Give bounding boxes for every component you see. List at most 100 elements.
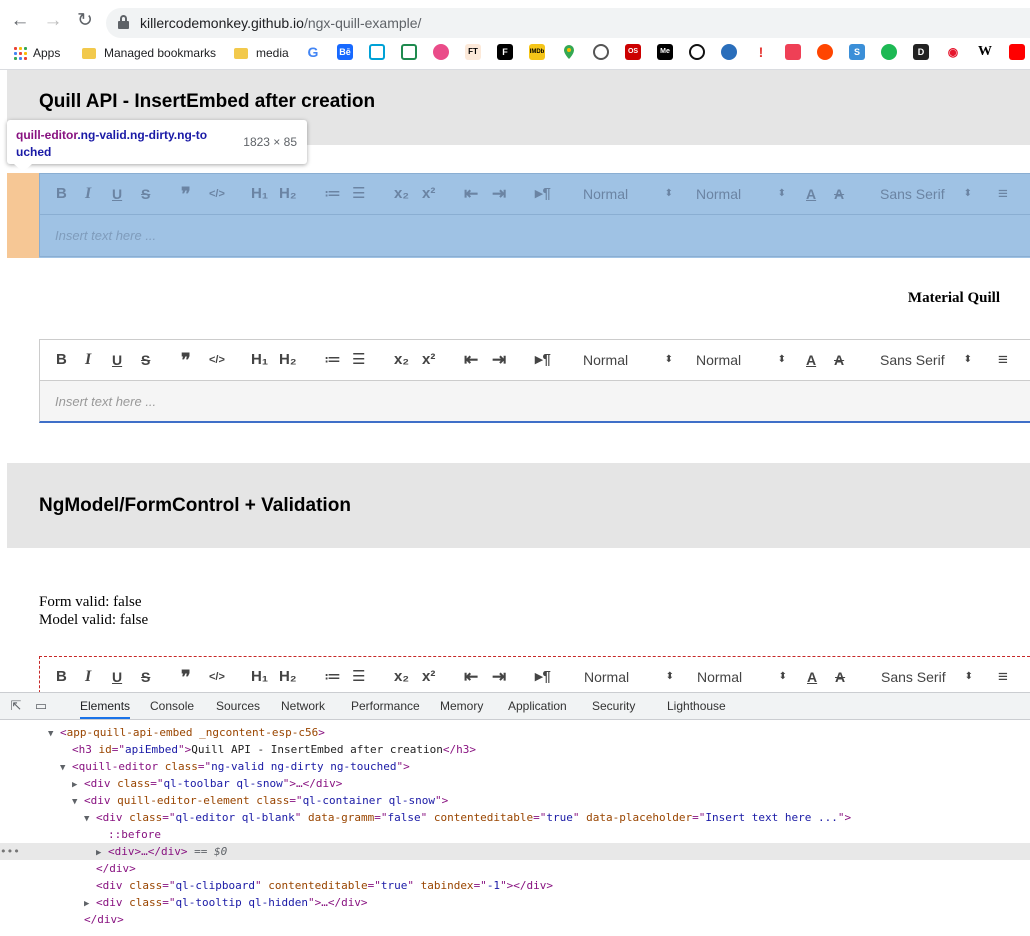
header-select[interactable]: Normal ⬍: [696, 350, 786, 370]
device-toolbar-icon[interactable]: ▭: [33, 698, 49, 714]
outdent-button[interactable]: ⇤: [464, 667, 478, 687]
tab-memory[interactable]: Memory: [440, 699, 483, 713]
tab-performance[interactable]: Performance: [351, 699, 420, 713]
bullet-list-button[interactable]: ☰: [352, 667, 365, 687]
h2-button[interactable]: H₂: [279, 667, 297, 687]
tab-elements[interactable]: Elements: [80, 699, 131, 719]
google-favicon-icon[interactable]: G: [305, 44, 321, 60]
dom-line[interactable]: <h3 id="apiEmbed">Quill API - InsertEmbe…: [0, 741, 1030, 758]
superscript-button[interactable]: x²: [422, 350, 435, 370]
editor-content[interactable]: Insert text here ...: [39, 215, 1030, 257]
dom-line-selected[interactable]: ••• ▶ <div>…</div> == $0: [0, 843, 1030, 860]
weibo-favicon-icon[interactable]: ◉: [945, 44, 961, 60]
spotify-favicon-icon[interactable]: [881, 44, 897, 60]
ordered-list-button[interactable]: ≔: [324, 667, 341, 687]
dom-line[interactable]: </div>: [0, 911, 1030, 928]
italic-button[interactable]: I: [85, 350, 91, 370]
exclaim-favicon-icon[interactable]: !: [753, 44, 769, 60]
size-select[interactable]: Normal ⬍: [584, 667, 674, 687]
background-color-icon[interactable]: A: [834, 350, 844, 370]
subscript-button[interactable]: x₂: [394, 184, 409, 204]
strike-button[interactable]: S: [141, 667, 150, 687]
background-color-icon[interactable]: A: [834, 184, 844, 204]
indent-button[interactable]: ⇥: [492, 667, 506, 687]
bold-button[interactable]: B: [56, 184, 67, 204]
font-select[interactable]: Sans Serif ⬍: [881, 667, 973, 687]
reload-icon[interactable]: ↻: [72, 8, 98, 34]
blockquote-button[interactable]: ❞: [181, 184, 191, 204]
reddit-favicon-icon[interactable]: [817, 44, 833, 60]
header-select[interactable]: Normal ⬍: [696, 184, 786, 204]
blockquote-button[interactable]: ❞: [181, 667, 191, 687]
code-button[interactable]: </>: [209, 350, 225, 370]
dom-line[interactable]: ▼ <div class="ql-editor ql-blank" data-gr…: [0, 809, 1030, 826]
os-favicon-icon[interactable]: OS: [625, 44, 641, 60]
dom-line[interactable]: ▼ <app-quill-api-embed _ngcontent-esp-c56…: [0, 724, 1030, 741]
forward-icon[interactable]: →: [40, 8, 66, 34]
align-button[interactable]: ≡: [998, 350, 1008, 370]
address-bar[interactable]: killercodemonkey.github.io/ngx-quill-exa…: [106, 8, 1030, 38]
bold-button[interactable]: B: [56, 350, 67, 370]
back-icon[interactable]: ←: [7, 8, 33, 34]
direction-button[interactable]: ▸¶: [535, 184, 551, 204]
d-favicon-icon[interactable]: D: [913, 44, 929, 60]
underline-button[interactable]: U: [112, 350, 122, 370]
dom-line[interactable]: ::before: [0, 826, 1030, 843]
tab-application[interactable]: Application: [508, 699, 567, 713]
italic-button[interactable]: I: [85, 667, 91, 687]
superscript-button[interactable]: x²: [422, 667, 435, 687]
text-color-icon[interactable]: A: [806, 184, 816, 204]
bookmark-managed[interactable]: Managed bookmarks: [82, 43, 216, 63]
tab-console[interactable]: Console: [150, 699, 194, 713]
dom-line[interactable]: </div>: [0, 860, 1030, 877]
indent-button[interactable]: ⇥: [492, 350, 506, 370]
h2-button[interactable]: H₂: [279, 184, 297, 204]
strike-button[interactable]: S: [141, 350, 150, 370]
strike-button[interactable]: S: [141, 184, 150, 204]
inspect-element-icon[interactable]: ⇱: [8, 698, 24, 714]
chat-favicon-icon[interactable]: [593, 44, 609, 60]
code-button[interactable]: </>: [209, 184, 225, 204]
medium-favicon-icon[interactable]: Me: [657, 44, 673, 60]
dom-line[interactable]: ▼ <div quill-editor-element class="ql-con…: [0, 792, 1030, 809]
youtube-favicon-icon[interactable]: [1009, 44, 1025, 60]
f-favicon-icon[interactable]: F: [497, 44, 513, 60]
indent-button[interactable]: ⇥: [492, 184, 506, 204]
dom-line[interactable]: ▼ <quill-editor class="ng-valid ng-dirty …: [0, 758, 1030, 775]
bold-button[interactable]: B: [56, 667, 67, 687]
more-dots-icon[interactable]: •••: [0, 843, 20, 860]
font-select[interactable]: Sans Serif ⬍: [880, 350, 972, 370]
text-color-icon[interactable]: A: [806, 350, 816, 370]
header-select[interactable]: Normal ⬍: [697, 667, 787, 687]
font-select[interactable]: Sans Serif ⬍: [880, 184, 972, 204]
subscript-button[interactable]: x₂: [394, 350, 409, 370]
background-color-icon[interactable]: A: [835, 667, 845, 687]
pocket-favicon-icon[interactable]: [785, 44, 801, 60]
h1-button[interactable]: H₁: [251, 184, 268, 204]
tab-lighthouse[interactable]: Lighthouse: [667, 699, 726, 713]
underline-button[interactable]: U: [112, 184, 122, 204]
tab-network[interactable]: Network: [281, 699, 325, 713]
bullet-list-button[interactable]: ☰: [352, 350, 365, 370]
dom-line[interactable]: ▶ <div class="ql-tooltip ql-hidden">…</di…: [0, 894, 1030, 911]
subscript-button[interactable]: x₂: [394, 667, 409, 687]
align-button[interactable]: ≡: [998, 667, 1008, 687]
align-button[interactable]: ≡: [998, 184, 1008, 204]
superscript-button[interactable]: x²: [422, 184, 435, 204]
globe-favicon-icon[interactable]: [721, 44, 737, 60]
wc-favicon-icon[interactable]: [401, 44, 417, 60]
size-select[interactable]: Normal ⬍: [583, 350, 673, 370]
maps-favicon-icon[interactable]: [561, 44, 577, 60]
tab-security[interactable]: Security: [592, 699, 635, 713]
bookmark-media[interactable]: media: [234, 43, 289, 63]
ordered-list-button[interactable]: ≔: [324, 350, 341, 370]
dribbble-favicon-icon[interactable]: [433, 44, 449, 60]
bullet-list-button[interactable]: ☰: [352, 184, 365, 204]
behance-favicon-icon[interactable]: Bē: [337, 44, 353, 60]
circle-favicon-icon[interactable]: [689, 44, 705, 60]
dom-line[interactable]: <div class="ql-clipboard" contenteditabl…: [0, 877, 1030, 894]
underline-button[interactable]: U: [112, 667, 122, 687]
size-select[interactable]: Normal ⬍: [583, 184, 673, 204]
direction-button[interactable]: ▸¶: [535, 667, 551, 687]
ordered-list-button[interactable]: ≔: [324, 184, 341, 204]
